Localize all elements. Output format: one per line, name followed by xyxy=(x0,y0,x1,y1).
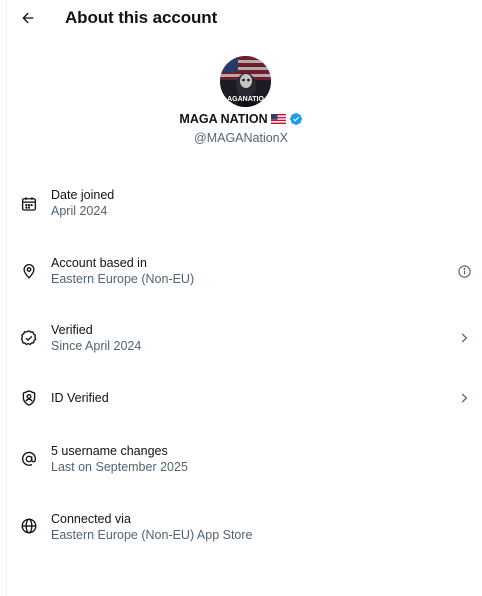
calendar-icon xyxy=(18,193,40,215)
us-flag-icon xyxy=(270,114,286,124)
row-account-based-in: Account based in Eastern Europe (Non-EU) xyxy=(0,248,482,300)
arrow-left-icon xyxy=(22,12,34,24)
row-id-verified[interactable]: ID Verified xyxy=(0,372,482,424)
back-button[interactable] xyxy=(16,6,40,30)
row-label: Date joined xyxy=(51,188,115,202)
row-sub: Last on September 2025 xyxy=(51,460,188,474)
page-title: About this account xyxy=(65,8,218,27)
at-sign-icon xyxy=(18,448,40,470)
row-label: 5 username changes xyxy=(51,444,168,458)
row-label: Verified xyxy=(51,323,93,337)
verified-badge-icon[interactable] xyxy=(289,112,303,126)
row-sub: Eastern Europe (Non-EU) App Store xyxy=(51,528,253,542)
verified-check-icon xyxy=(18,327,40,349)
info-icon[interactable] xyxy=(454,261,474,281)
row-verified[interactable]: Verified Since April 2024 xyxy=(0,315,482,367)
row-label: Account based in xyxy=(51,256,147,270)
row-username-changes: 5 username changes Last on September 202… xyxy=(0,436,482,488)
row-sub: Eastern Europe (Non-EU) xyxy=(51,272,195,286)
chevron-right-icon[interactable] xyxy=(454,388,474,408)
avatar-text: AGANATIO xyxy=(227,96,264,103)
avatar[interactable]: AGANATIO xyxy=(220,56,271,107)
row-sub: April 2024 xyxy=(51,204,108,218)
id-shield-icon xyxy=(18,387,40,409)
profile-name-line: MAGA NATION xyxy=(0,112,482,126)
row-date-joined: Date joined April 2024 xyxy=(0,180,482,232)
display-name: MAGA NATION xyxy=(179,112,268,126)
row-label: Connected via xyxy=(51,512,131,526)
chevron-right-icon[interactable] xyxy=(454,328,474,348)
row-sub: Since April 2024 xyxy=(51,339,142,353)
header: About this account xyxy=(0,0,482,36)
row-label: ID Verified xyxy=(51,391,109,405)
globe-icon xyxy=(18,515,40,537)
location-pin-icon xyxy=(18,260,40,282)
row-connected-via: Connected via Eastern Europe (Non-EU) Ap… xyxy=(0,504,482,556)
profile-handle: @MAGANationX xyxy=(194,131,288,145)
